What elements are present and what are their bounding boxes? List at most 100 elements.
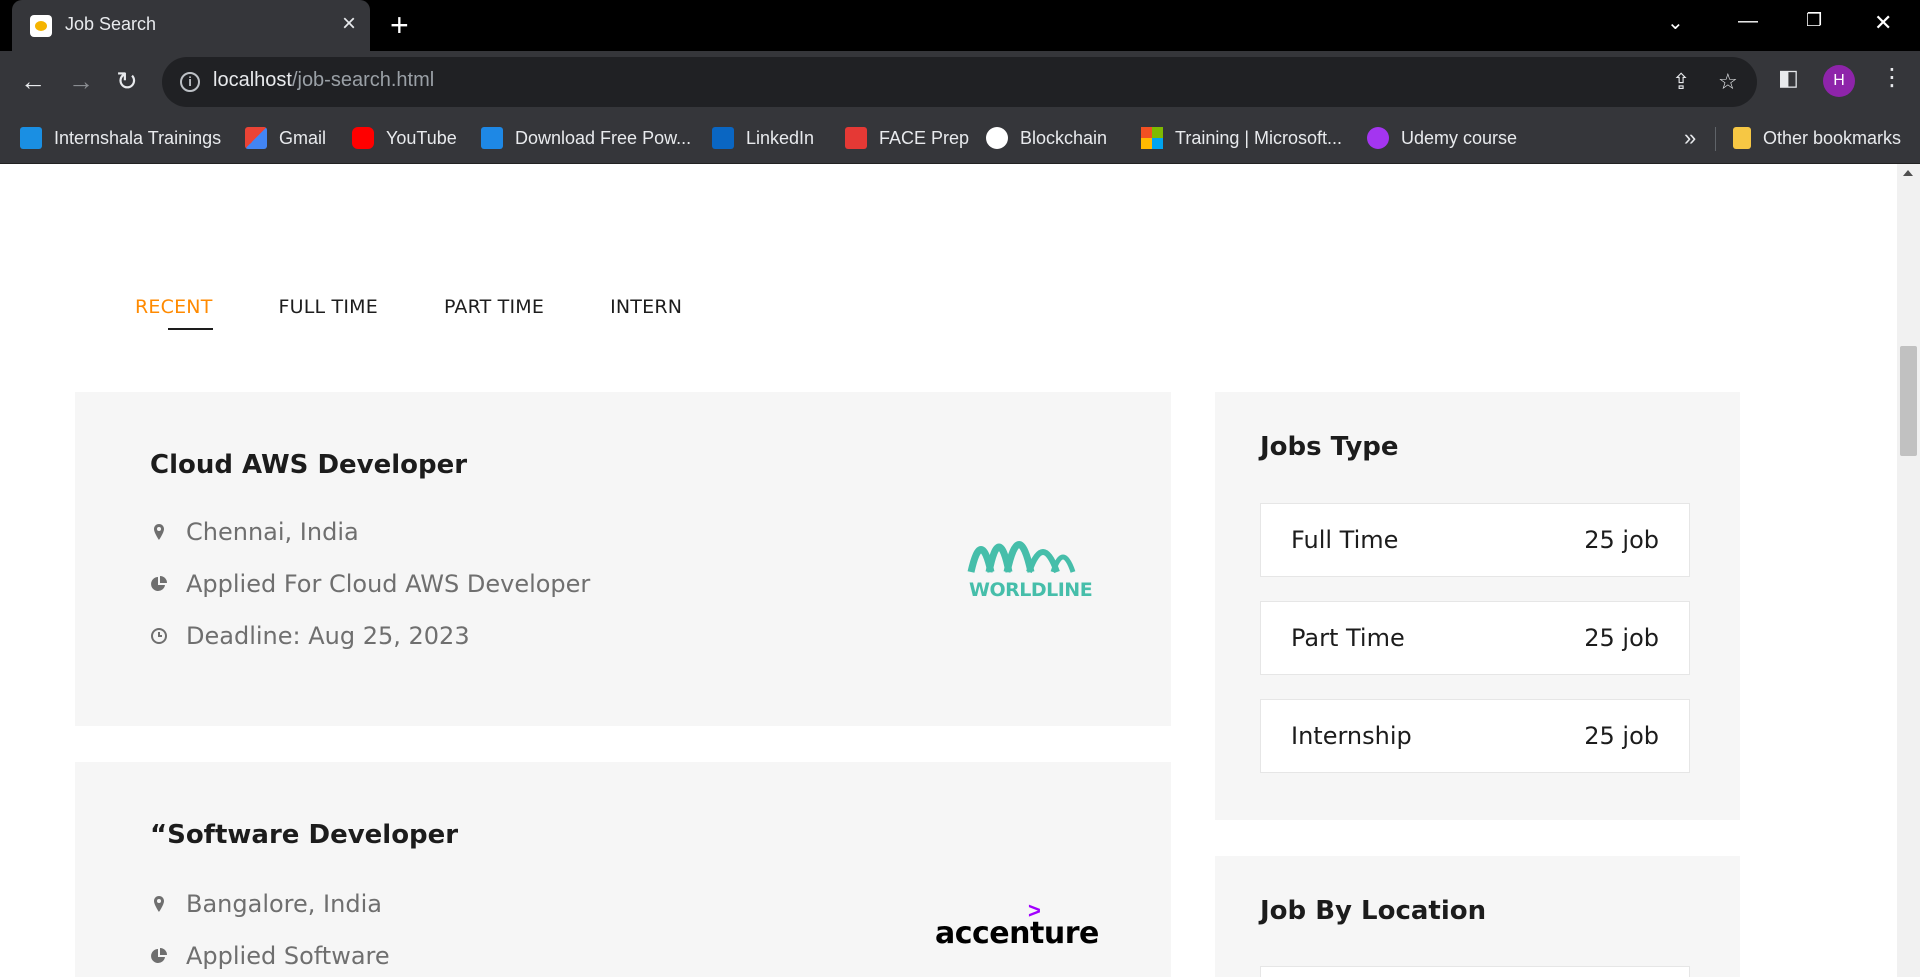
- jobs-type-internship[interactable]: Internship 25 job: [1260, 699, 1690, 773]
- accenture-wordmark: accenture: [935, 916, 1099, 951]
- close-tab-icon[interactable]: ×: [342, 10, 356, 38]
- tab-part-time[interactable]: PART TIME: [444, 296, 544, 330]
- type-count: 25 job: [1584, 526, 1659, 554]
- scroll-up-arrow-icon[interactable]: [1903, 170, 1913, 176]
- bookmark-internshala[interactable]: Internshala Trainings: [20, 125, 221, 151]
- worldline-wordmark: WORLDLINE: [969, 579, 1093, 601]
- minimize-window-icon[interactable]: —: [1738, 10, 1758, 33]
- other-bookmarks-folder[interactable]: Other bookmarks: [1733, 125, 1901, 151]
- job-filter-tabs: RECENT FULL TIME PART TIME INTERN: [135, 296, 682, 330]
- bookmark-udemy[interactable]: Udemy course: [1367, 125, 1517, 151]
- bookmark-label: Blockchain: [1020, 127, 1108, 148]
- type-label: Part Time: [1291, 624, 1405, 652]
- bookmark-blockchain[interactable]: Blockchain: [986, 125, 1107, 151]
- tab-recent[interactable]: RECENT: [135, 296, 213, 330]
- worldline-waves-icon: [967, 541, 1076, 574]
- profile-avatar[interactable]: H: [1823, 65, 1855, 97]
- browser-toolbar: ← → ↻ i localhost/job-search.html ⇪ ☆ ◧ …: [0, 51, 1920, 113]
- job-by-location-panel: Job By Location: [1215, 856, 1740, 977]
- tab-intern[interactable]: INTERN: [610, 296, 682, 330]
- worldline-logo: WORLDLINE: [951, 517, 1093, 607]
- back-arrow-icon[interactable]: ←: [20, 66, 46, 96]
- bookmark-label: Internshala Trainings: [54, 127, 222, 148]
- tab-full-time[interactable]: FULL TIME: [279, 296, 378, 330]
- job-title[interactable]: “Software Developer: [150, 820, 458, 850]
- microsoft-icon: [1141, 127, 1163, 149]
- site-info-icon[interactable]: i: [180, 72, 200, 92]
- job-applied: Applied Software: [150, 942, 390, 970]
- bookmark-label: FACE Prep: [879, 127, 970, 148]
- jobs-type-full-time[interactable]: Full Time 25 job: [1260, 503, 1690, 577]
- internshala-icon: [20, 127, 42, 149]
- udemy-icon: [1367, 127, 1389, 149]
- page-viewport: RECENT FULL TIME PART TIME INTERN Cloud …: [0, 164, 1897, 977]
- browser-tab-strip: Job Search × + ⌄ — ❐ ✕: [0, 0, 1920, 51]
- job-applied: Applied For Cloud AWS Developer: [150, 570, 590, 598]
- url-text[interactable]: localhost/job-search.html: [213, 69, 434, 92]
- job-title[interactable]: Cloud AWS Developer: [150, 450, 467, 480]
- close-window-icon[interactable]: ✕: [1874, 10, 1892, 36]
- pie-chart-icon: [151, 948, 167, 963]
- bookmark-microsoft-training[interactable]: Training | Microsoft...: [1141, 125, 1342, 151]
- bookmark-linkedin[interactable]: LinkedIn: [712, 125, 814, 151]
- address-bar[interactable]: i localhost/job-search.html ⇪ ☆: [162, 57, 1757, 107]
- site-favicon-icon: [30, 15, 52, 37]
- bookmark-label: Other bookmarks: [1763, 127, 1902, 148]
- bookmark-label: LinkedIn: [746, 127, 815, 148]
- bookmark-star-icon[interactable]: ☆: [1718, 69, 1738, 95]
- type-label: Full Time: [1291, 526, 1399, 554]
- youtube-icon: [352, 127, 374, 149]
- gmail-icon: [245, 127, 267, 149]
- scroll-thumb[interactable]: [1900, 346, 1917, 456]
- bookmark-label: Udemy course: [1401, 127, 1518, 148]
- bookmark-faceprep[interactable]: FACE Prep: [845, 125, 969, 151]
- share-icon[interactable]: ⇪: [1672, 69, 1690, 95]
- bookmark-gmail[interactable]: Gmail: [245, 125, 326, 151]
- job-by-location-heading: Job By Location: [1260, 896, 1487, 926]
- jobs-type-part-time[interactable]: Part Time 25 job: [1260, 601, 1690, 675]
- faceprep-icon: [845, 127, 867, 149]
- tab-title: Job Search: [65, 14, 157, 34]
- applied-text: Applied For Cloud AWS Developer: [186, 570, 591, 598]
- globe-icon: [986, 127, 1008, 149]
- location-text: Bangalore, India: [186, 890, 382, 918]
- side-panel-icon[interactable]: ◧: [1778, 65, 1799, 91]
- accenture-logo: > accenture: [935, 898, 1105, 952]
- jobs-type-panel: Jobs Type Full Time 25 job Part Time 25 …: [1215, 392, 1740, 820]
- applied-text: Applied Software: [186, 942, 390, 970]
- browser-tab[interactable]: Job Search ×: [12, 0, 370, 51]
- download-icon: [481, 127, 503, 149]
- url-path: /job-search.html: [291, 69, 435, 91]
- bookmarks-bar: Internshala Trainings Gmail YouTube Down…: [0, 113, 1920, 164]
- clock-icon: [151, 628, 167, 644]
- type-label: Internship: [1291, 722, 1412, 750]
- restore-window-icon[interactable]: ❐: [1806, 10, 1822, 31]
- new-tab-plus-icon[interactable]: +: [390, 8, 409, 42]
- linkedin-icon: [712, 127, 734, 149]
- forward-arrow-icon[interactable]: →: [68, 66, 94, 96]
- folder-icon: [1733, 127, 1751, 149]
- type-count: 25 job: [1584, 624, 1659, 652]
- map-pin-icon: [154, 524, 164, 540]
- page-scrollbar[interactable]: [1897, 164, 1920, 977]
- job-card: “Software Developer Bangalore, India App…: [75, 762, 1171, 977]
- bookmark-youtube[interactable]: YouTube: [352, 125, 457, 151]
- location-row[interactable]: [1260, 966, 1690, 977]
- bookmark-download-free[interactable]: Download Free Pow...: [481, 125, 691, 151]
- bookmark-label: Training | Microsoft...: [1175, 127, 1343, 148]
- more-bookmarks-chevron-icon[interactable]: »: [1684, 125, 1696, 151]
- tab-search-chevron-icon[interactable]: ⌄: [1667, 10, 1684, 35]
- url-host: localhost: [213, 69, 292, 91]
- job-location: Bangalore, India: [150, 890, 382, 918]
- jobs-type-heading: Jobs Type: [1260, 432, 1399, 462]
- bookmarks-divider: [1715, 127, 1716, 151]
- browser-menu-icon[interactable]: ⋮: [1880, 63, 1904, 92]
- job-card: Cloud AWS Developer Chennai, India Appli…: [75, 392, 1171, 726]
- bookmark-label: Gmail: [279, 127, 327, 148]
- type-count: 25 job: [1584, 722, 1659, 750]
- location-text: Chennai, India: [186, 518, 359, 546]
- job-location: Chennai, India: [150, 518, 359, 546]
- deadline-text: Deadline: Aug 25, 2023: [186, 622, 470, 650]
- reload-icon[interactable]: ↻: [116, 66, 138, 96]
- job-deadline: Deadline: Aug 25, 2023: [150, 622, 470, 650]
